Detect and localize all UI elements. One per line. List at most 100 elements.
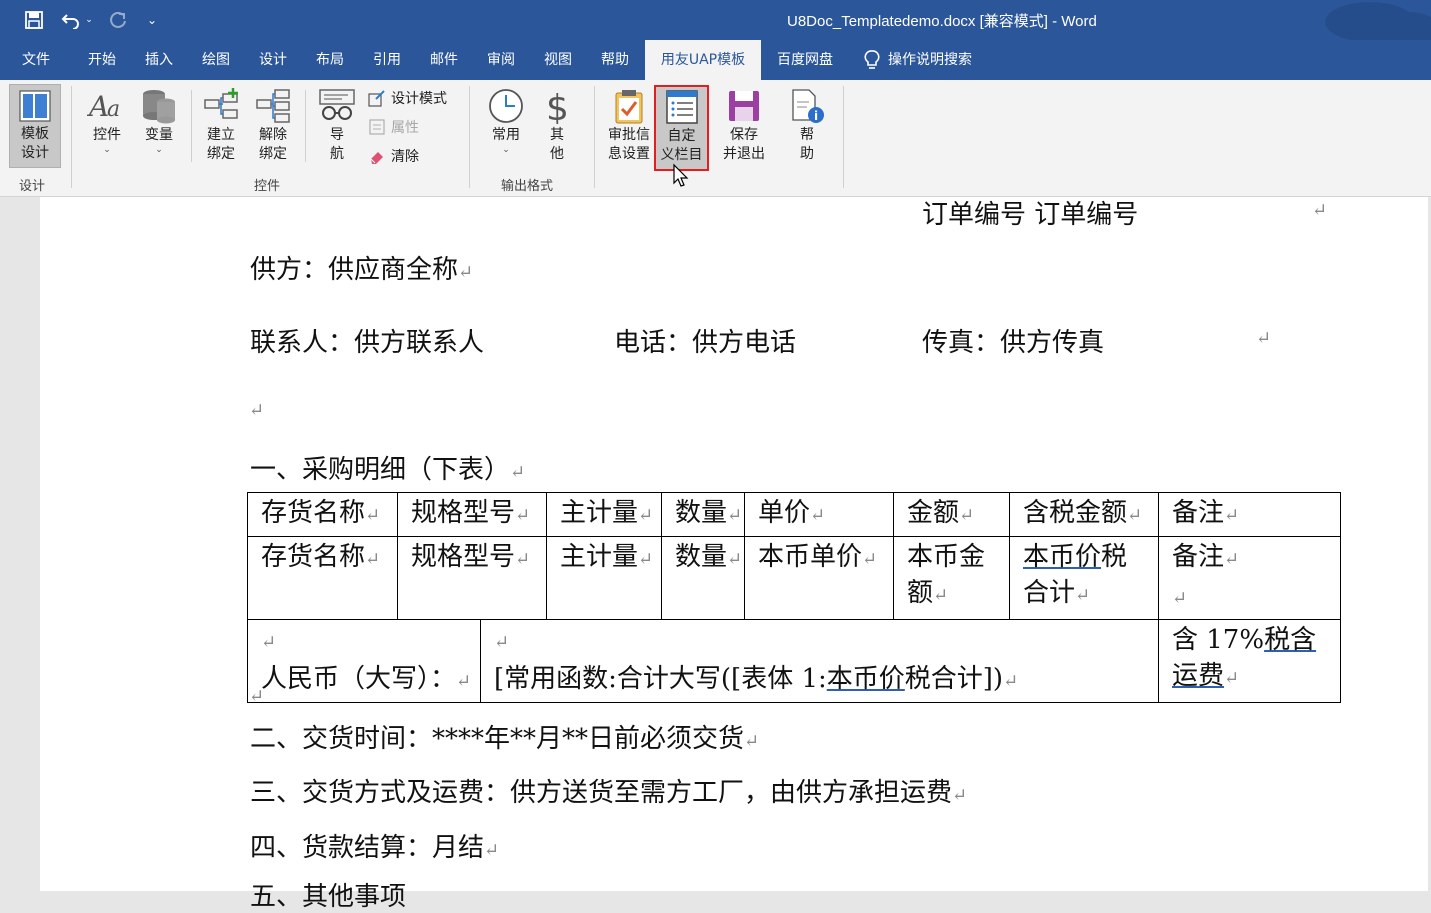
paragraph-mark: ↵ xyxy=(1312,200,1328,221)
section5-text: 五、其他事项 xyxy=(250,882,407,912)
title-bar: ⌄ ⌄ U8Doc_Templatedemo.docx [兼容模式] - Wor… xyxy=(0,0,1431,48)
tell-me-search[interactable]: 操作说明搜索 xyxy=(862,40,997,80)
navigation-label-2: 航 xyxy=(330,146,344,162)
tab-home[interactable]: 开始 xyxy=(74,40,130,80)
table-cell[interactable]: 规格型号↵ xyxy=(397,492,547,537)
table-cell[interactable]: 数量↵ xyxy=(661,492,745,537)
tab-help[interactable]: 帮助 xyxy=(587,40,643,80)
section4-line[interactable]: 四、货款结算：月结↵ xyxy=(250,827,499,864)
tab-baidu-netdisk[interactable]: 百度网盘 xyxy=(766,40,844,80)
navigation-glasses-icon xyxy=(319,89,355,120)
table-cell[interactable]: 备注↵ ↵ xyxy=(1158,536,1341,620)
paragraph-mark: ↵ xyxy=(484,840,500,861)
variable-button[interactable]: 变量 ⌄ xyxy=(136,88,182,155)
tab-draw[interactable]: 绘图 xyxy=(188,40,244,80)
paragraph-mark: ↵ xyxy=(458,262,474,283)
table-cell[interactable]: 本币价税 合计↵ xyxy=(1009,536,1159,620)
table-cell[interactable]: 存货名称↵ xyxy=(247,492,398,537)
control-button[interactable]: A a 控件 ⌄ xyxy=(84,88,130,155)
table-cell[interactable]: 含税金额↵ xyxy=(1009,492,1159,537)
font-aa-icon: A a xyxy=(87,90,120,123)
create-binding-button[interactable]: 建立 绑定 xyxy=(198,88,244,164)
purchase-detail-table[interactable]: 存货名称↵ 规格型号↵ 主计量↵ 数量↵ 单价↵ 金额↵ 含税金额↵ 备注↵ 存… xyxy=(247,492,1341,703)
table-cell[interactable]: 存货名称↵ xyxy=(247,536,398,620)
group-separator xyxy=(71,86,72,188)
section1-heading[interactable]: 一、采购明细（下表）↵ xyxy=(250,449,525,486)
group-separator xyxy=(469,86,470,188)
template-design-button[interactable]: 模板 设计 xyxy=(9,84,61,168)
group-separator xyxy=(843,86,844,188)
table-cell[interactable]: ↵ 人民币（大写）：↵ xyxy=(247,619,481,703)
table-row: ↵ 人民币（大写）：↵ ↵ [常用函数:合计大写([表体 1:本币价税合计])↵ 含… xyxy=(247,619,1341,703)
remove-binding-button[interactable]: 解除 绑定 xyxy=(250,88,296,164)
properties-button[interactable]: 属性 xyxy=(368,117,419,137)
phone-text[interactable]: 电话：供方电话 xyxy=(614,322,796,359)
approval-settings-label-2: 息设置 xyxy=(608,146,650,162)
custom-columns-button[interactable]: 自定 义栏目 xyxy=(654,85,709,171)
help-button[interactable]: i 帮 助 xyxy=(787,88,827,164)
design-mode-button[interactable]: 设计模式 xyxy=(368,88,447,108)
tab-insert[interactable]: 插入 xyxy=(131,40,187,80)
svg-text:$: $ xyxy=(546,88,569,124)
tab-yonyou-uap-template[interactable]: 用友UAP模板 xyxy=(645,40,761,80)
save-icon[interactable] xyxy=(20,6,48,34)
tab-view[interactable]: 视图 xyxy=(530,40,586,80)
table-cell[interactable]: 数量↵ xyxy=(661,536,745,620)
create-binding-label-1: 建立 xyxy=(207,127,235,143)
contact-text[interactable]: 联系人：供方联系人 xyxy=(250,322,484,359)
section1-text: 一、采购明细（下表） xyxy=(250,455,511,485)
supplier-line[interactable]: 供方：供应商全称↵ xyxy=(250,249,473,286)
navigation-button[interactable]: 导 航 xyxy=(315,88,359,164)
undo-dropdown-icon[interactable]: ⌄ xyxy=(85,15,93,25)
approval-settings-button[interactable]: 审批信 息设置 xyxy=(603,88,655,164)
section2-line[interactable]: 二、交货时间：****年**月**日前必须交货↵ xyxy=(250,718,759,755)
table-cell[interactable]: 规格型号↵ xyxy=(397,536,547,620)
other-format-button[interactable]: $ 其 他 xyxy=(536,88,578,164)
common-format-button[interactable]: 常用 ⌄ xyxy=(483,88,529,155)
table-cell[interactable]: 备注↵ xyxy=(1158,492,1341,537)
section3-text: 三、交货方式及运费：供方送货至需方工厂，由供方承担运费 xyxy=(250,778,953,808)
tab-design[interactable]: 设计 xyxy=(245,40,301,80)
table-cell[interactable]: 本币金 额↵ xyxy=(893,536,1010,620)
tab-references[interactable]: 引用 xyxy=(359,40,415,80)
fax-text[interactable]: 传真：供方传真 xyxy=(922,322,1104,359)
remove-binding-label-1: 解除 xyxy=(259,127,287,143)
custom-columns-label-1: 自定 xyxy=(667,128,696,144)
create-binding-icon xyxy=(204,88,238,119)
database-icon xyxy=(143,90,175,124)
approval-settings-label-1: 审批信 xyxy=(608,127,650,143)
save-and-exit-button[interactable]: 保存 并退出 xyxy=(716,88,772,164)
tab-file[interactable]: 文件 xyxy=(8,40,64,80)
other-format-label-2: 他 xyxy=(550,146,564,162)
tab-review[interactable]: 审阅 xyxy=(473,40,529,80)
order-number-text[interactable]: 订单编号 订单编号 xyxy=(922,194,1138,231)
tab-mailings[interactable]: 邮件 xyxy=(416,40,472,80)
section3-line[interactable]: 三、交货方式及运费：供方送货至需方工厂，由供方承担运费↵ xyxy=(250,772,967,809)
mouse-pointer-icon xyxy=(673,163,689,187)
table-cell[interactable]: 主计量↵ xyxy=(546,492,662,537)
help-info-icon: i xyxy=(792,89,824,123)
table-cell[interactable]: 单价↵ xyxy=(744,492,894,537)
help-label-1: 帮 xyxy=(800,127,814,143)
table-cell[interactable]: 含 17%税含 运费↵ xyxy=(1158,619,1341,703)
tab-layout[interactable]: 布局 xyxy=(302,40,358,80)
design-mode-icon xyxy=(368,90,385,107)
clear-label: 清除 xyxy=(391,149,419,165)
group-separator xyxy=(191,90,192,162)
chevron-down-icon: ⌄ xyxy=(155,145,163,155)
section5-line[interactable]: 五、其他事项 xyxy=(250,876,406,913)
group-separator xyxy=(594,86,595,188)
custom-columns-icon xyxy=(665,90,698,124)
table-cell[interactable]: 主计量↵ xyxy=(546,536,662,620)
table-cell[interactable]: 金额↵ xyxy=(893,492,1010,537)
clear-button[interactable]: 清除 xyxy=(368,146,419,166)
group-label-output: 输出格式 xyxy=(501,179,554,194)
dollar-icon: $ xyxy=(546,88,569,124)
customize-qat-icon[interactable]: ⌄ xyxy=(142,6,162,34)
undo-icon[interactable]: ⌄ xyxy=(56,6,98,34)
table-cell[interactable]: 本币单价↵ xyxy=(744,536,894,620)
table-cell[interactable]: ↵ [常用函数:合计大写([表体 1:本币价税合计])↵ xyxy=(480,619,1159,703)
properties-label: 属性 xyxy=(391,120,419,136)
clock-icon xyxy=(489,89,523,123)
redo-icon[interactable] xyxy=(104,6,132,34)
